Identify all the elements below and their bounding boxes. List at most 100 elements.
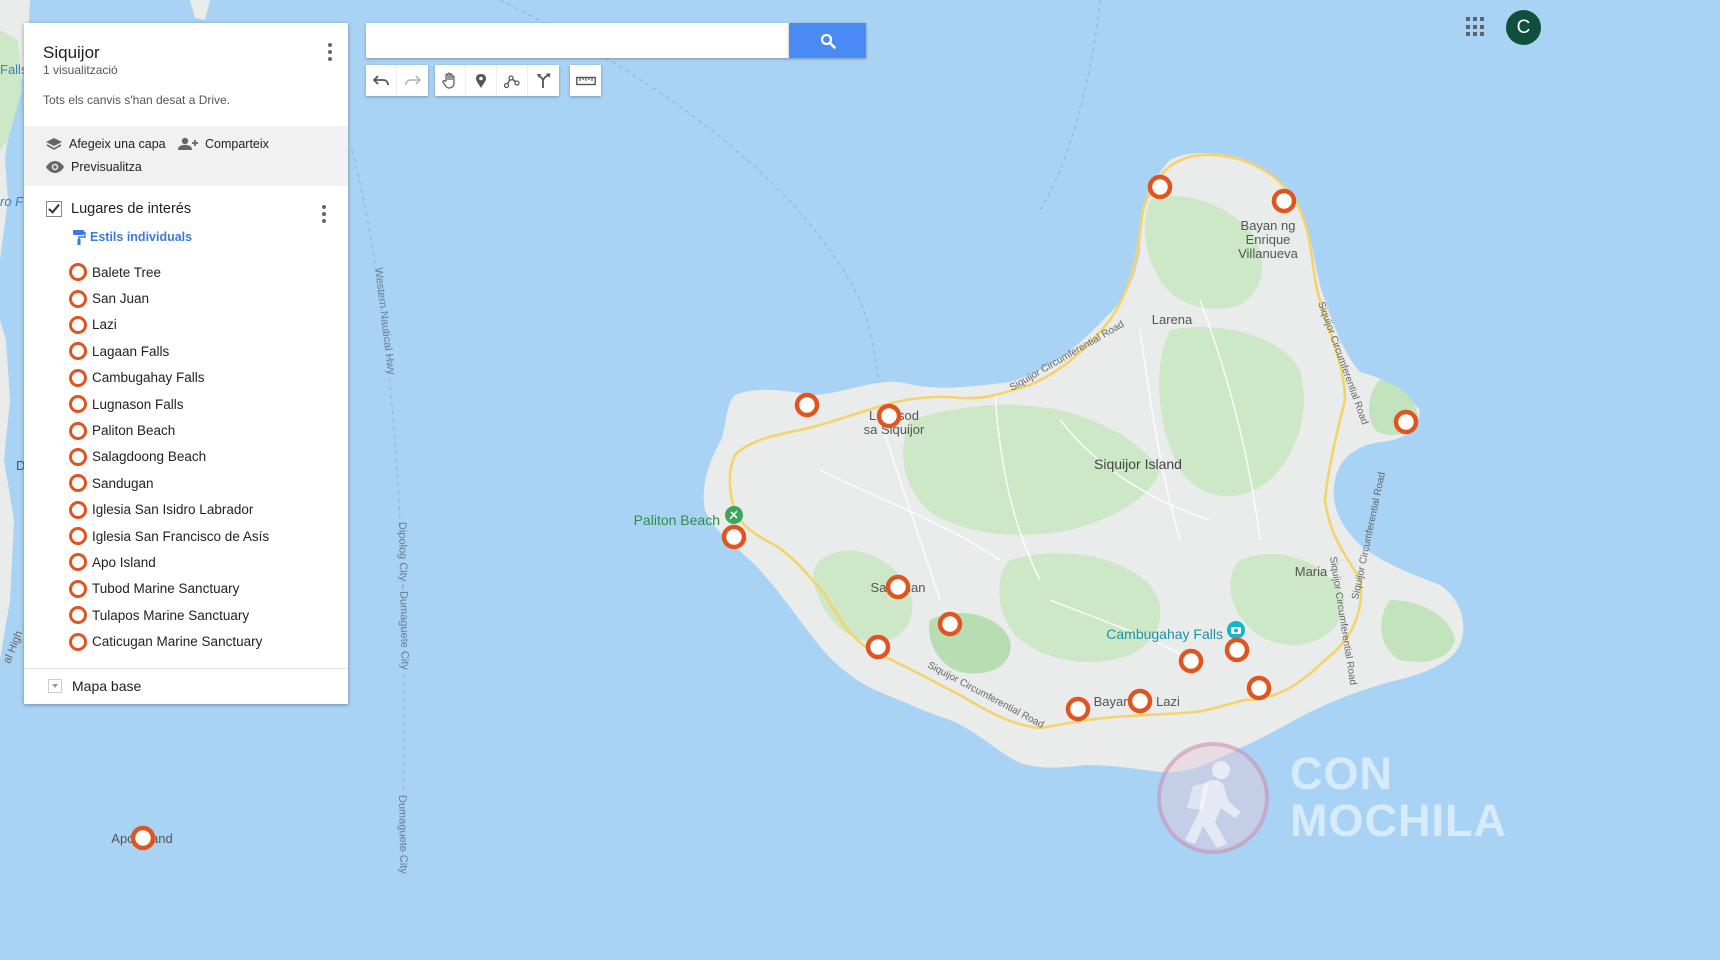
search-icon [820, 33, 836, 49]
place-marker-icon [69, 263, 87, 282]
place-marker-icon [69, 527, 87, 546]
map-details-panel: Siquijor 1 visualització Tots els canvis… [24, 23, 348, 704]
map-label-lazi: Lazi [1156, 694, 1180, 709]
undo-icon [373, 74, 389, 85]
add-marker-button[interactable] [466, 65, 497, 96]
save-status: Tots els canvis s'han desat a Drive. [43, 93, 231, 107]
map-place-marker[interactable] [1393, 409, 1419, 435]
layer-header: Lugares de interés [46, 201, 191, 217]
place-marker-icon [69, 447, 87, 466]
paint-roller-icon [73, 230, 86, 245]
map-place-marker[interactable] [794, 392, 820, 418]
map-label-dipolog-road-2: Dumaguete City [396, 795, 409, 875]
map-place-marker[interactable] [1224, 637, 1250, 663]
place-list-item[interactable]: San Juan [69, 285, 269, 311]
map-place-marker[interactable] [130, 825, 156, 851]
map-place-marker[interactable] [885, 574, 911, 600]
base-map-toggle[interactable]: Mapa base [48, 678, 141, 694]
place-marker-icon [69, 579, 87, 598]
hand-icon [442, 72, 455, 89]
place-name: Iglesia San Francisco de Asís [92, 528, 270, 544]
add-layer-label: Afegeix una capa [69, 137, 166, 151]
undo-button[interactable] [366, 65, 397, 96]
redo-button[interactable] [397, 65, 428, 96]
place-list-item[interactable]: Lugnason Falls [69, 391, 269, 417]
preview-button[interactable]: Previsualitza [45, 160, 142, 174]
add-layer-button[interactable]: Afegeix una capa [45, 137, 166, 151]
place-list-item[interactable]: Tubod Marine Sanctuary [69, 576, 269, 602]
map-place-marker[interactable] [1127, 688, 1153, 714]
map-place-marker[interactable] [1271, 188, 1297, 214]
place-list-item[interactable]: Salagdoong Beach [69, 444, 269, 470]
draw-line-button[interactable] [497, 65, 528, 96]
map-options-icon[interactable] [326, 41, 334, 61]
place-list-item[interactable]: Lazi [69, 312, 269, 338]
map-place-marker[interactable] [937, 611, 963, 637]
history-toolbar [366, 65, 428, 96]
place-name: Tubod Marine Sanctuary [92, 581, 240, 597]
layer-name[interactable]: Lugares de interés [71, 201, 191, 217]
base-map-label: Mapa base [72, 678, 142, 694]
map-place-marker[interactable] [1246, 675, 1272, 701]
map-place-marker[interactable] [1178, 648, 1204, 674]
map-label-bayan-enrique-1: Bayan ng [1241, 218, 1296, 233]
place-marker-icon [69, 500, 87, 519]
tools-toolbar [435, 65, 559, 96]
share-label: Comparteix [205, 137, 269, 151]
place-name: Tulapos Marine Sanctuary [92, 607, 250, 623]
map-label-edge-ro: ro F [0, 194, 24, 209]
map-place-marker[interactable] [721, 524, 747, 550]
map-place-marker[interactable] [876, 403, 902, 429]
place-list-item[interactable]: Tulapos Marine Sanctuary [69, 602, 269, 628]
place-name: Balete Tree [92, 264, 162, 280]
place-marker-icon [69, 474, 87, 493]
layer-visibility-checkbox[interactable] [46, 201, 62, 217]
apps-grid-icon[interactable] [1466, 17, 1486, 37]
layer-style-link[interactable]: Estils individuals [72, 229, 192, 245]
place-list-item[interactable]: Sandugan [69, 470, 269, 496]
map-label-larena: Larena [1152, 312, 1193, 327]
place-list-item[interactable]: Iglesia San Francisco de Asís [69, 523, 269, 549]
place-list-item[interactable]: Balete Tree [69, 259, 269, 285]
place-marker-icon [69, 289, 87, 308]
place-list-item[interactable]: Lagaan Falls [69, 338, 269, 364]
map-title[interactable]: Siquijor [43, 43, 100, 63]
place-name: Sandugan [92, 475, 154, 491]
add-person-icon [178, 137, 198, 150]
map-place-marker[interactable] [1065, 696, 1091, 722]
redo-icon [404, 74, 421, 85]
map-label-bayan-enrique-2: Enrique [1246, 232, 1291, 247]
place-name: San Juan [92, 291, 150, 307]
map-place-marker[interactable] [1147, 174, 1173, 200]
pan-tool-button[interactable] [435, 65, 466, 96]
place-list-item[interactable]: Cambugahay Falls [69, 365, 269, 391]
place-list-item[interactable]: Iglesia San Isidro Labrador [69, 497, 269, 523]
place-list-item[interactable]: Apo Island [69, 549, 269, 575]
place-marker-icon [69, 368, 87, 387]
place-name: Lazi [92, 317, 117, 333]
view-count: 1 visualització [43, 63, 118, 77]
measure-button[interactable] [570, 65, 601, 96]
place-list: Balete Tree San Juan Lazi Lagaan Falls Cambu… [69, 259, 269, 655]
search-button[interactable] [789, 23, 866, 58]
map-label-bayan-enrique-3: Villanueva [1238, 246, 1299, 261]
expand-icon [48, 679, 62, 693]
map-label-maria: Maria [1295, 564, 1328, 579]
directions-button[interactable] [528, 65, 559, 96]
layer-style-label: Estils individuals [90, 230, 193, 244]
layer-options-icon[interactable] [320, 203, 328, 223]
place-marker-icon [69, 421, 87, 440]
place-marker-icon [69, 606, 87, 625]
map-label-siquijor-island: Siquijor Island [1094, 456, 1182, 472]
place-list-item[interactable]: Caticugan Marine Sanctuary [69, 628, 269, 654]
account-avatar[interactable]: C [1506, 10, 1541, 45]
eye-icon [46, 161, 64, 173]
search-input[interactable] [366, 23, 789, 58]
place-list-item[interactable]: Paliton Beach [69, 417, 269, 443]
layers-icon [46, 138, 62, 150]
measure-toolbar [570, 65, 601, 96]
share-button[interactable]: Comparteix [177, 137, 269, 151]
divider [24, 668, 348, 669]
map-place-marker[interactable] [865, 634, 891, 660]
place-name: Apo Island [92, 554, 156, 570]
